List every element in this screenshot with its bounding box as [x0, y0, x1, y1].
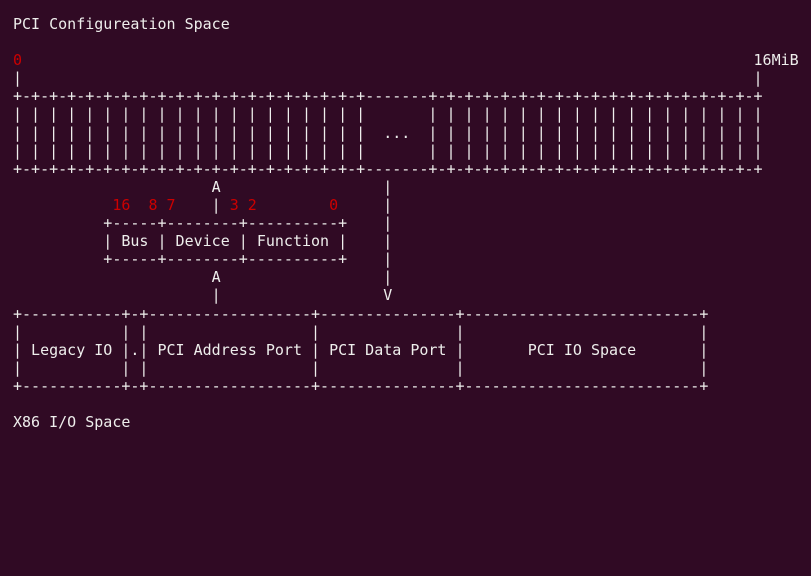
end-marker: | [753, 69, 763, 88]
box-edge: | [455, 340, 465, 359]
address-box-top-border: +-----+--------+----------+ [103, 214, 348, 233]
arrow-shaft: | [383, 250, 393, 269]
box-edge: | [13, 358, 23, 377]
arrow-shaft: | [211, 195, 221, 214]
region-pci-io-space: PCI IO Space [527, 340, 637, 359]
region-pci-address-port: PCI Address Port [157, 340, 302, 359]
box-edge: | [103, 232, 113, 251]
terminal-output: PCI Configureation Space 0 16MiB | | +-+… [13, 15, 803, 431]
arrow-shaft: | [383, 268, 393, 287]
box-edge: | [139, 358, 149, 377]
box-edge: | [13, 322, 23, 341]
bit-label-16: 16 [112, 195, 131, 214]
region-pci-data-port: PCI Data Port [329, 340, 447, 359]
border-left: +-+-+-+-+-+-+-+-+-+-+-+-+-+-+-+-+-+-+-+ [13, 87, 366, 106]
io-space-caption: X86 I/O Space [13, 413, 131, 432]
box-edge: | [121, 340, 131, 359]
box-edge: | [455, 358, 465, 377]
field-function: Function [256, 232, 330, 251]
arrow-up-icon: A [211, 268, 221, 287]
config-cells-left: | | | | | | | | | | | | | | | | | | | | [13, 105, 366, 124]
arrow-shaft: | [383, 177, 393, 196]
border-right: +-+-+-+-+-+-+-+-+-+-+-+-+-+-+-+-+-+-+ [428, 159, 763, 178]
border-right: +-+-+-+-+-+-+-+-+-+-+-+-+-+-+-+-+-+-+ [428, 87, 763, 106]
diagram-title: PCI Configureation Space [13, 15, 230, 33]
box-edge: | [455, 322, 465, 341]
arrow-shaft: | [383, 195, 393, 214]
io-space-bottom-border: +-----------+-+------------------+------… [13, 376, 709, 395]
config-space-top-border: +-+-+-+-+-+-+-+-+-+-+-+-+-+-+-+-+-+-+-+ … [13, 87, 803, 105]
config-space-bottom-border: +-+-+-+-+-+-+-+-+-+-+-+-+-+-+-+-+-+-+-+ … [13, 160, 803, 178]
end-address-label: 16MiB [753, 51, 799, 70]
box-edge: | [13, 340, 23, 359]
border-left: +-+-+-+-+-+-+-+-+-+-+-+-+-+-+-+-+-+-+-+ [13, 159, 366, 178]
box-edge: | [699, 322, 709, 341]
box-edge: | [157, 232, 167, 251]
address-box-bottom-border: +-----+--------+----------+ [103, 250, 348, 269]
config-cells-left: | | | | | | | | | | | | | | | | | | | | [13, 123, 366, 142]
border-gap: ------- [365, 87, 429, 106]
config-cells-right: | | | | | | | | | | | | | | | | | | | [428, 105, 763, 124]
box-edge: | [311, 322, 321, 341]
config-cells-left: | | | | | | | | | | | | | | | | | | | | [13, 141, 366, 160]
box-edge: | [311, 358, 321, 377]
box-edge: | [699, 340, 709, 359]
region-gap: . [130, 340, 140, 359]
arrow-down-icon: V [383, 286, 393, 305]
box-edge: | [238, 232, 248, 251]
box-edge: | [139, 340, 149, 359]
box-edge: | [699, 358, 709, 377]
arrow-shaft: | [211, 286, 221, 305]
bit-label-3: 3 [229, 195, 239, 214]
start-marker: | [13, 69, 23, 88]
arrow-up-icon: A [211, 177, 221, 196]
bit-label-7: 7 [166, 195, 176, 214]
bit-label-0: 0 [329, 195, 339, 214]
arrow-shaft: | [383, 232, 393, 251]
region-legacy-io: Legacy IO [31, 340, 113, 359]
bit-label-2: 2 [247, 195, 257, 214]
config-ellipsis: ... [383, 123, 411, 142]
field-device: Device [175, 232, 230, 251]
io-space-top-border: +-----------+-+------------------+------… [13, 304, 709, 323]
arrow-shaft: | [383, 214, 393, 233]
config-cells-right: | | | | | | | | | | | | | | | | | | | [428, 123, 763, 142]
box-edge: | [121, 322, 131, 341]
box-edge: | [139, 322, 149, 341]
box-edge: | [338, 232, 348, 251]
box-edge: | [311, 340, 321, 359]
field-bus: Bus [121, 232, 149, 251]
bit-label-8: 8 [148, 195, 158, 214]
box-edge: | [121, 358, 131, 377]
config-cells-right: | | | | | | | | | | | | | | | | | | | [428, 141, 763, 160]
start-address-label: 0 [13, 51, 23, 70]
border-gap: ------- [365, 159, 429, 178]
